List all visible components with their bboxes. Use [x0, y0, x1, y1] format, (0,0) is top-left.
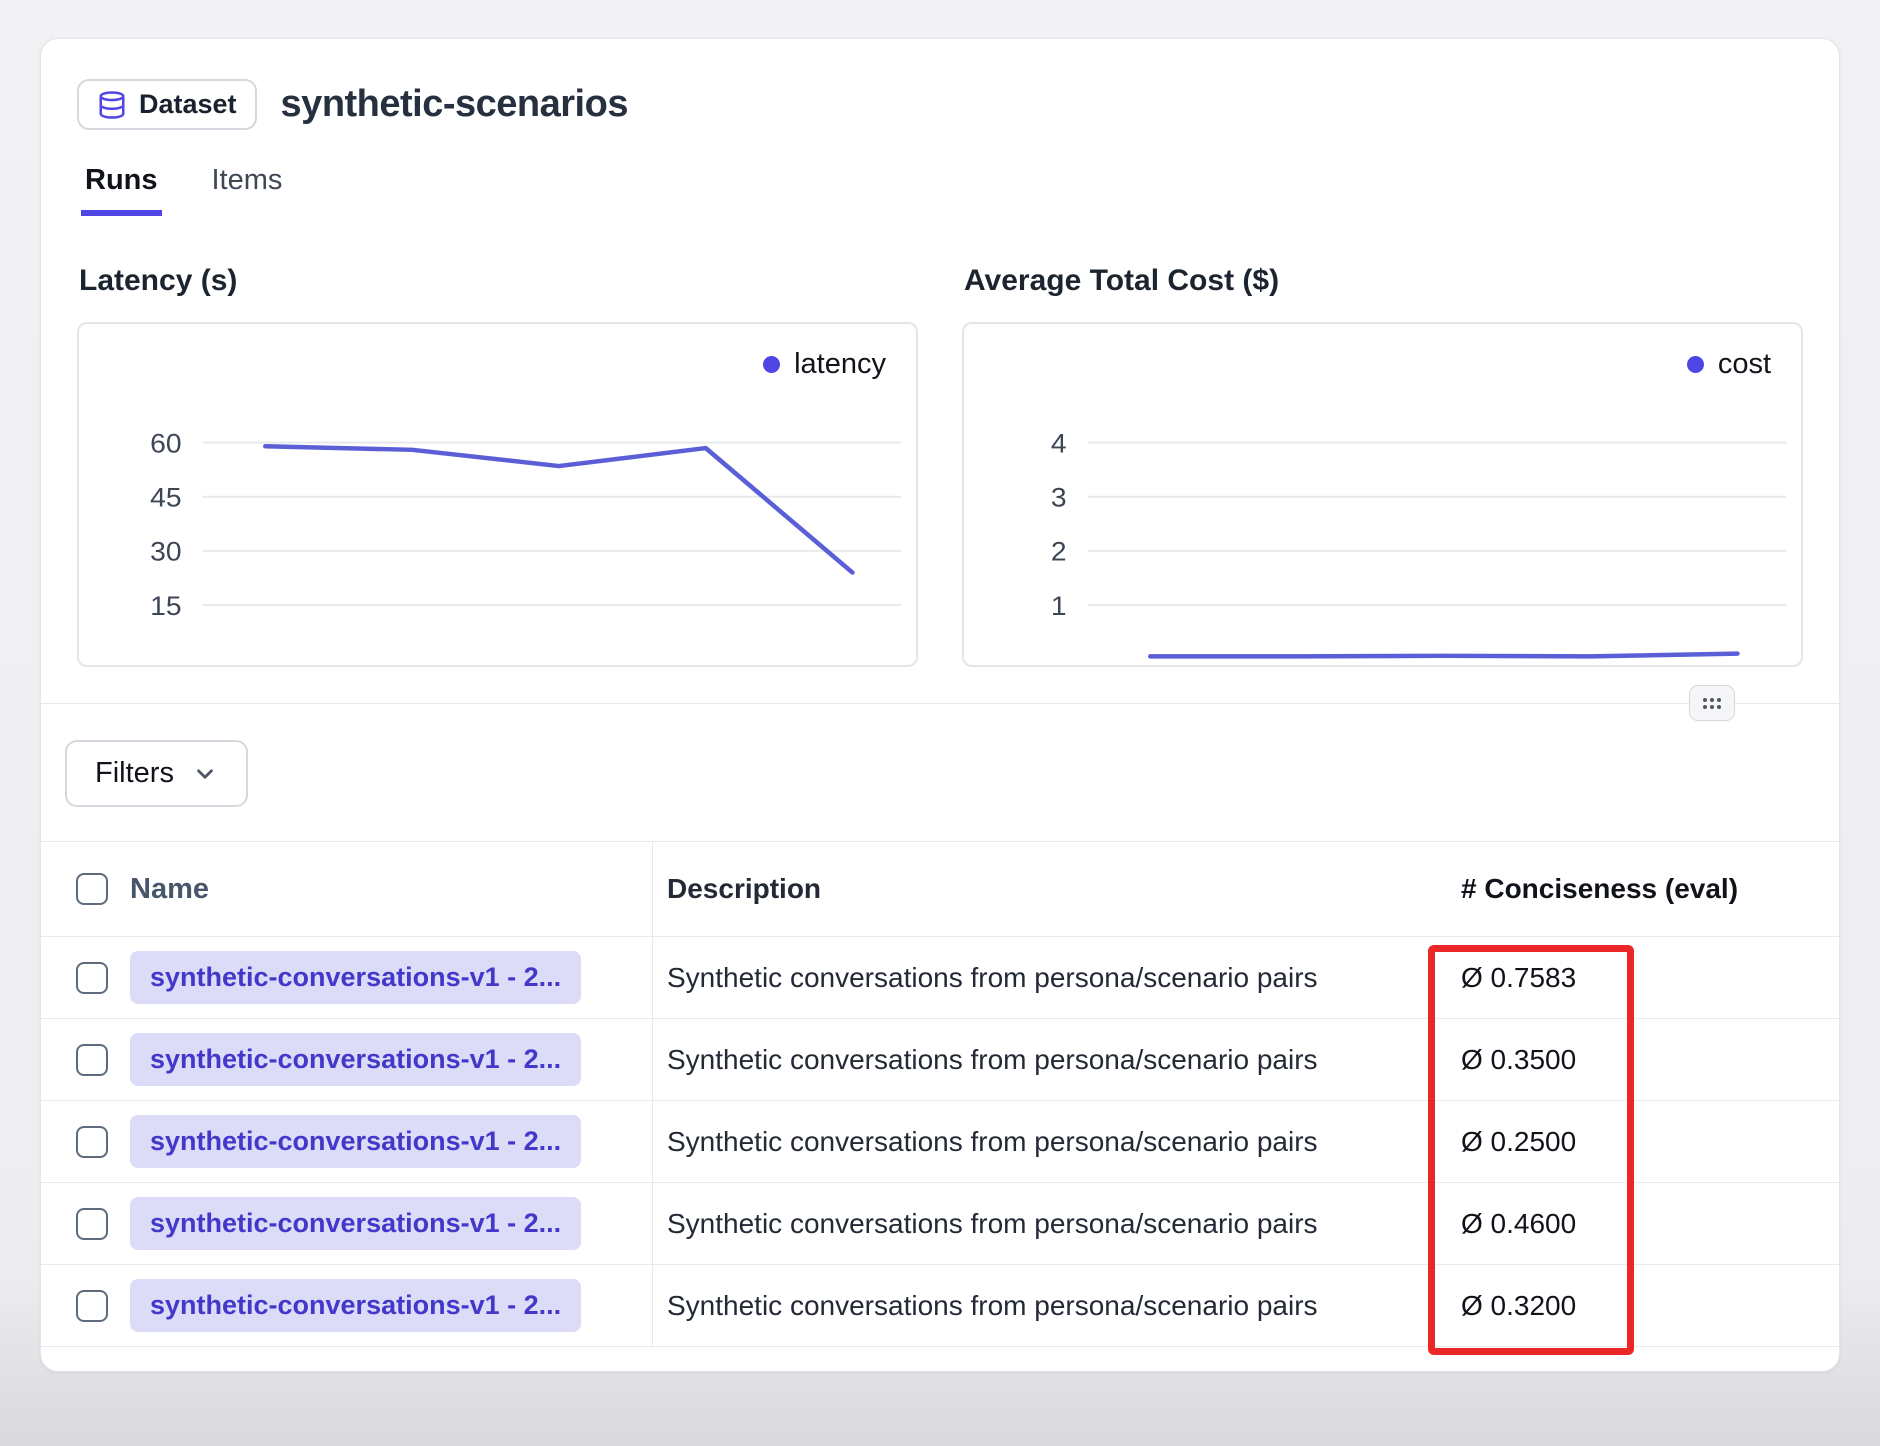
- row-description: Synthetic conversations from persona/sce…: [653, 962, 1439, 994]
- latency-chart-plot: 60 45 30 15 latency: [77, 322, 918, 667]
- legend-dot-icon: [1687, 356, 1704, 373]
- run-name-link[interactable]: synthetic-conversations-v1 - 2...: [130, 1115, 581, 1168]
- charts-section: Latency (s) 60 45 30 15 latency Average Tot…: [41, 216, 1839, 704]
- latency-legend: latency: [763, 348, 886, 381]
- card-header: Dataset synthetic-scenarios: [41, 39, 1839, 130]
- filters-row: Filters: [41, 704, 1839, 807]
- table-body: synthetic-conversations-v1 - 2... Synthe…: [41, 937, 1839, 1347]
- row-conciseness: Ø 0.3500: [1439, 1044, 1839, 1076]
- row-description: Synthetic conversations from persona/sce…: [653, 1126, 1439, 1158]
- cost-chart-plot: 4 3 2 1 cost: [962, 322, 1803, 667]
- tab-bar: Runs Items: [41, 164, 1839, 216]
- table-row[interactable]: synthetic-conversations-v1 - 2... Synthe…: [41, 1183, 1839, 1265]
- database-icon: [97, 90, 127, 120]
- row-description: Synthetic conversations from persona/sce…: [653, 1290, 1439, 1322]
- row-conciseness: Ø 0.4600: [1439, 1208, 1839, 1240]
- filters-button[interactable]: Filters: [65, 740, 248, 807]
- page-title: synthetic-scenarios: [281, 83, 628, 126]
- cost-legend: cost: [1687, 348, 1771, 381]
- svg-text:2: 2: [1051, 536, 1067, 566]
- table-row[interactable]: synthetic-conversations-v1 - 2... Synthe…: [41, 937, 1839, 1019]
- table-row[interactable]: synthetic-conversations-v1 - 2... Synthe…: [41, 1265, 1839, 1347]
- run-name-link[interactable]: synthetic-conversations-v1 - 2...: [130, 1033, 581, 1086]
- svg-text:1: 1: [1051, 591, 1067, 621]
- svg-text:15: 15: [150, 591, 181, 621]
- svg-text:60: 60: [150, 428, 181, 458]
- table-row[interactable]: synthetic-conversations-v1 - 2... Synthe…: [41, 1019, 1839, 1101]
- row-conciseness: Ø 0.2500: [1439, 1126, 1839, 1158]
- row-checkbox[interactable]: [76, 1290, 108, 1322]
- run-name-link[interactable]: synthetic-conversations-v1 - 2...: [130, 1279, 581, 1332]
- tab-runs[interactable]: Runs: [81, 164, 162, 216]
- dataset-badge-label: Dataset: [139, 89, 237, 120]
- row-conciseness: Ø 0.3200: [1439, 1290, 1839, 1322]
- run-name-link[interactable]: synthetic-conversations-v1 - 2...: [130, 1197, 581, 1250]
- legend-dot-icon: [763, 356, 780, 373]
- column-header-conciseness[interactable]: # Conciseness (eval): [1439, 873, 1839, 905]
- select-all-checkbox[interactable]: [76, 873, 108, 905]
- row-checkbox[interactable]: [76, 1126, 108, 1158]
- dataset-type-badge: Dataset: [77, 79, 257, 130]
- table-header-row: Name Description # Conciseness (eval): [41, 841, 1839, 937]
- filters-button-label: Filters: [95, 757, 174, 790]
- row-checkbox[interactable]: [76, 962, 108, 994]
- chevron-down-icon: [192, 761, 218, 787]
- svg-text:30: 30: [150, 536, 181, 566]
- cost-line-chart: 4 3 2 1: [964, 324, 1801, 665]
- run-name-link[interactable]: synthetic-conversations-v1 - 2...: [130, 951, 581, 1004]
- tab-items[interactable]: Items: [208, 164, 287, 216]
- svg-text:45: 45: [150, 482, 181, 512]
- cost-chart-title: Average Total Cost ($): [964, 264, 1803, 298]
- row-conciseness: Ø 0.7583: [1439, 962, 1839, 994]
- dataset-card: Dataset synthetic-scenarios Runs Items L…: [40, 38, 1840, 1372]
- column-header-description[interactable]: Description: [653, 873, 1439, 905]
- svg-text:4: 4: [1051, 428, 1067, 458]
- legend-label: cost: [1718, 348, 1771, 381]
- legend-label: latency: [794, 348, 886, 381]
- row-description: Synthetic conversations from persona/sce…: [653, 1044, 1439, 1076]
- latency-chart: Latency (s) 60 45 30 15 latency: [77, 264, 918, 667]
- table-row[interactable]: synthetic-conversations-v1 - 2... Synthe…: [41, 1101, 1839, 1183]
- cost-chart: Average Total Cost ($) 4 3 2 1 cost: [962, 264, 1803, 667]
- column-header-name[interactable]: Name: [126, 842, 653, 936]
- row-checkbox[interactable]: [76, 1044, 108, 1076]
- latency-chart-title: Latency (s): [79, 264, 918, 298]
- grip-dots-icon: [1701, 696, 1723, 711]
- svg-text:3: 3: [1051, 482, 1067, 512]
- resize-handle[interactable]: [1689, 685, 1735, 721]
- runs-table: Name Description # Conciseness (eval) sy…: [41, 841, 1839, 1347]
- row-description: Synthetic conversations from persona/sce…: [653, 1208, 1439, 1240]
- row-checkbox[interactable]: [76, 1208, 108, 1240]
